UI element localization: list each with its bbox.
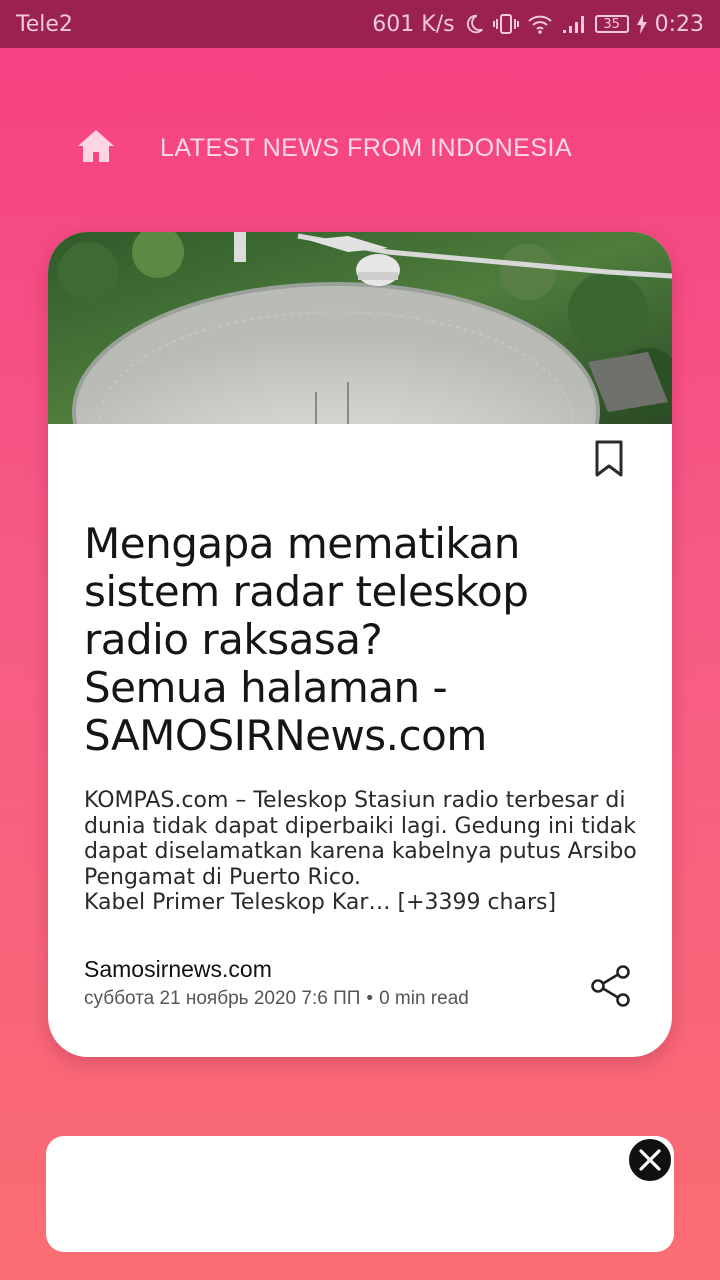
- article-summary: KOMPAS.com – Teleskop Stasiun radio terb…: [84, 788, 637, 915]
- home-icon[interactable]: [76, 128, 116, 168]
- news-card[interactable]: Mengapa mematikan sistem radar teleskop …: [48, 232, 672, 1057]
- close-icon[interactable]: [626, 1136, 674, 1184]
- charging-icon: [636, 14, 647, 34]
- article-title[interactable]: Mengapa mematikan sistem radar teleskop …: [84, 520, 644, 760]
- app-header: LATEST NEWS FROM INDONESIA: [76, 126, 572, 170]
- wifi-icon: [527, 13, 553, 35]
- read-time: 0 min read: [379, 988, 469, 1009]
- article-date: суббота 21 ноябрь 2020 7:6 ПП: [84, 988, 361, 1009]
- status-bar: Tele2 601 K/s 35 0:23: [0, 0, 720, 48]
- ad-banner[interactable]: [46, 1136, 674, 1252]
- carrier-label: Tele2: [16, 11, 73, 37]
- article-source: Samosirnews.com: [84, 956, 272, 982]
- signal-icon: [561, 13, 587, 35]
- article-meta: суббота 21 ноябрь 2020 7:6 ПП • 0 min re…: [84, 988, 469, 1010]
- moon-icon: [463, 13, 485, 35]
- bookmark-icon[interactable]: [594, 440, 624, 482]
- battery-icon: 35: [594, 15, 629, 33]
- meta-separator: •: [366, 988, 374, 1009]
- net-speed: 601 K/s: [372, 11, 455, 37]
- status-icons: 601 K/s 35 0:23: [372, 12, 704, 37]
- radio-telescope-photo: [48, 232, 672, 424]
- vibrate-icon: [492, 13, 519, 35]
- clock: 0:23: [654, 11, 704, 37]
- page-title: LATEST NEWS FROM INDONESIA: [160, 133, 573, 162]
- share-icon[interactable]: [590, 964, 632, 1012]
